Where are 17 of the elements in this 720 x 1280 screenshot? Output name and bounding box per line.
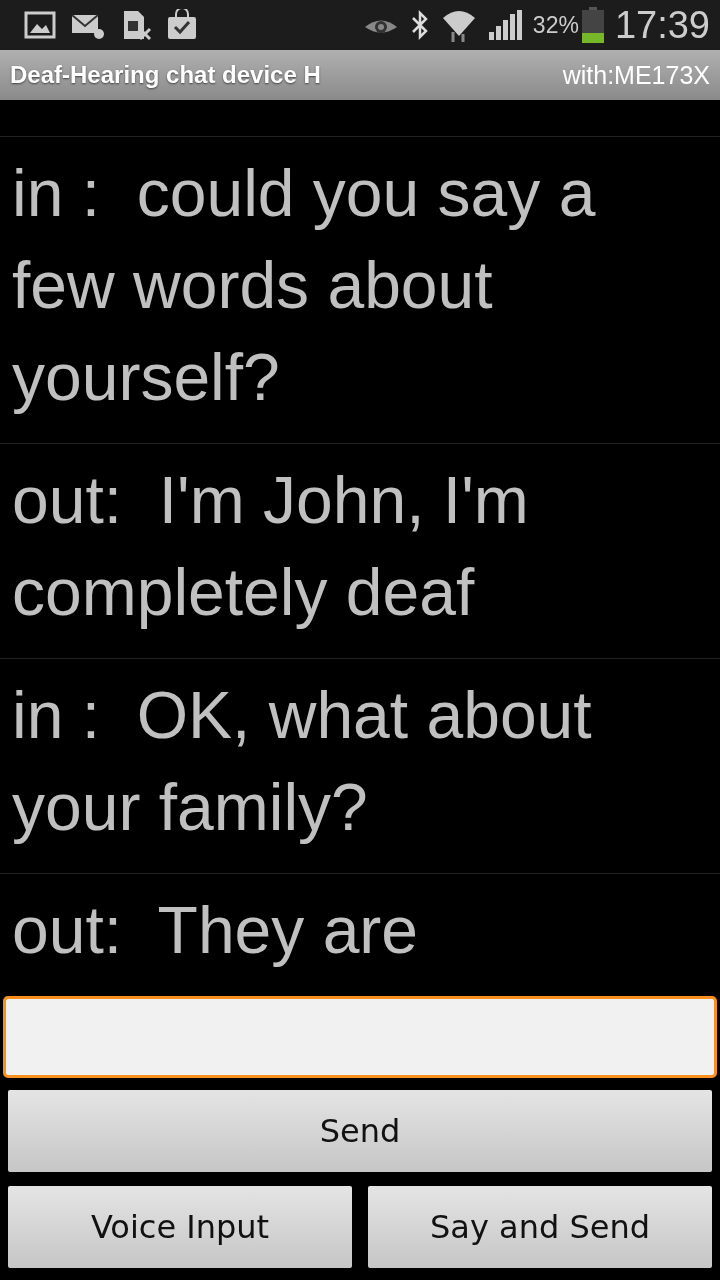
clock-time: 17:39 — [614, 3, 710, 47]
action-button[interactable]: Voice Input — [8, 1186, 352, 1268]
app-title: Deaf-Hearing chat device H — [10, 61, 321, 89]
chat-message: out: They are — [12, 892, 420, 969]
wifi-icon — [440, 8, 477, 42]
message-input-field[interactable] — [3, 996, 717, 1078]
action-button[interactable]: Say and Send — [368, 1186, 712, 1268]
battery-percentage: 32% — [532, 11, 579, 39]
signal-icon — [486, 10, 523, 40]
shopping-bag-icon — [166, 9, 198, 41]
chat-message: in : could you say a few words about yourself? — [12, 155, 597, 416]
connection-label: with:ME173X — [562, 60, 710, 90]
action-button[interactable]: Send — [8, 1090, 712, 1172]
chat-message: in : OK, what about your family? — [12, 677, 593, 846]
battery-icon — [580, 7, 605, 43]
picture-icon — [24, 10, 56, 40]
chat-message: out: I'm John, I'm completely deaf — [12, 462, 530, 631]
